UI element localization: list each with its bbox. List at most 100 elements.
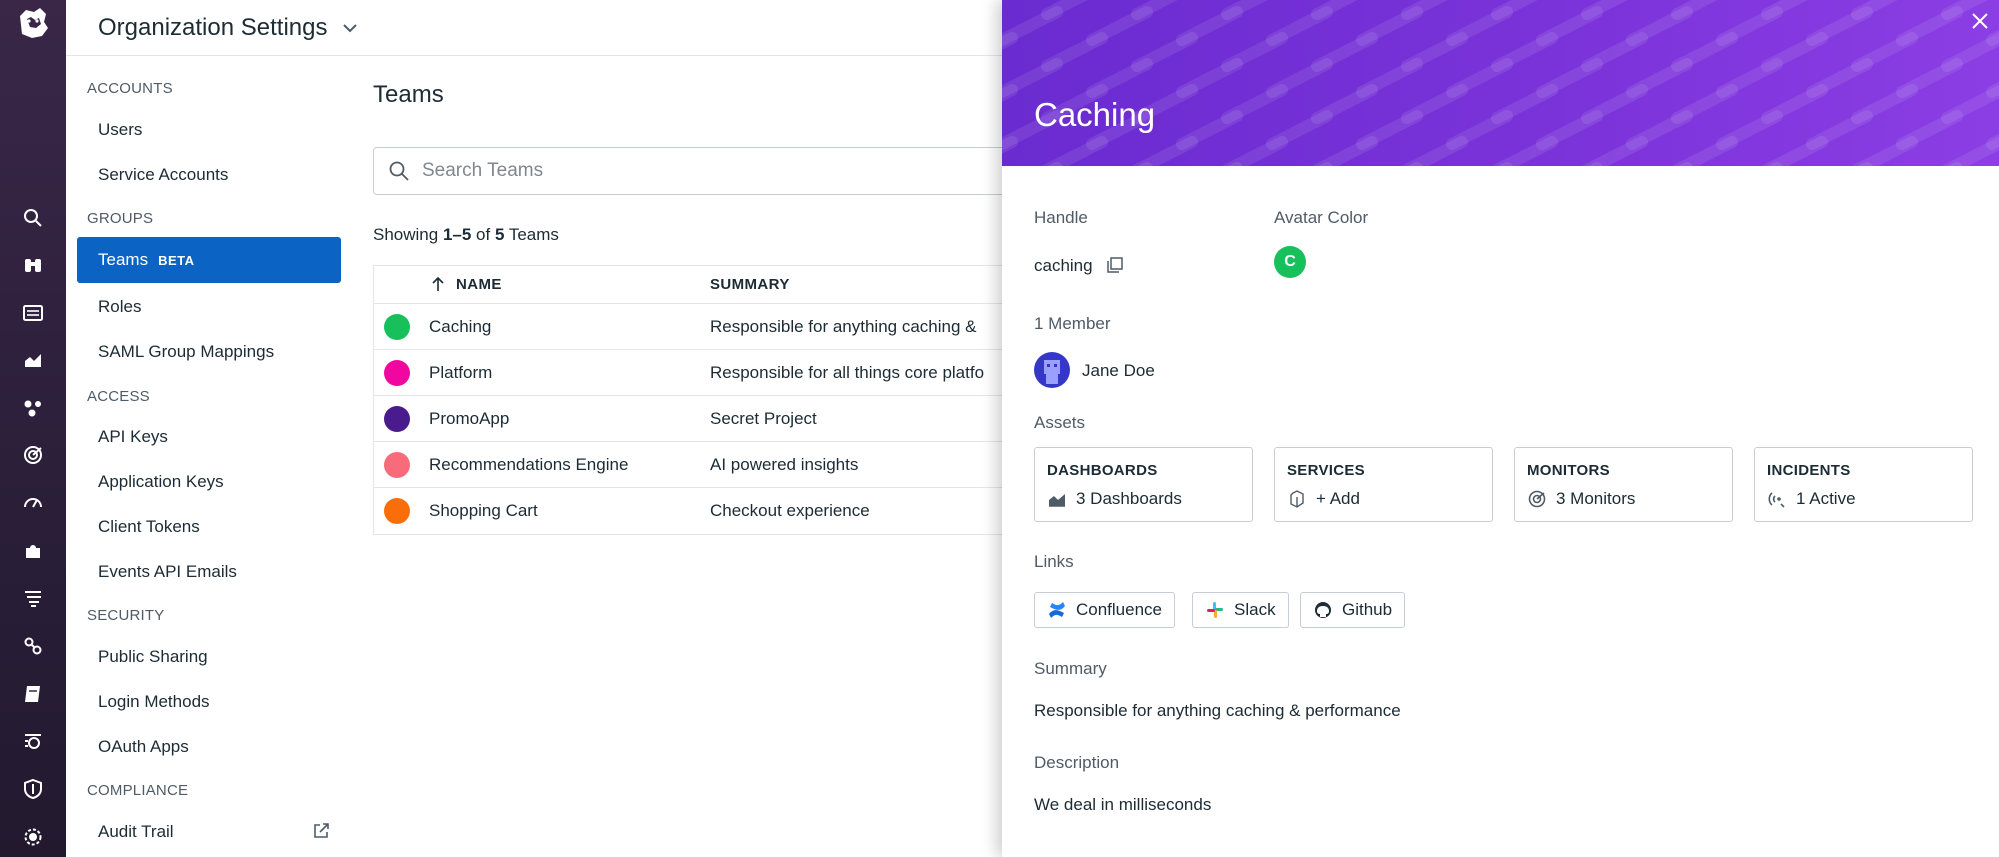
- link-github[interactable]: Github: [1300, 592, 1406, 628]
- team-summary: Checkout experience: [710, 501, 870, 520]
- nav-item-audit-trail[interactable]: Audit Trail: [77, 809, 341, 855]
- nav-item-events-api-emails[interactable]: Events API Emails: [77, 549, 341, 595]
- nav-item-login-methods[interactable]: Login Methods: [77, 679, 341, 725]
- asset-value-row: 3 Dashboards: [1047, 489, 1182, 509]
- showing-prefix: Showing: [373, 225, 443, 244]
- settings-icon[interactable]: [20, 824, 46, 850]
- team-name: PromoApp: [429, 409, 510, 428]
- teams-table: NAME SUMMARY Caching Responsible for any…: [373, 265, 1013, 535]
- handle-label: Handle: [1034, 208, 1088, 227]
- asset-value-row: 1 Active: [1767, 489, 1856, 509]
- asset-card-monitors[interactable]: MONITORS 3 Monitors: [1514, 447, 1733, 522]
- speed-icon[interactable]: [20, 490, 46, 516]
- showing-range: 1–5: [442, 225, 472, 244]
- banner-pattern: [1002, 0, 1999, 166]
- summary-label: Summary: [1034, 659, 1107, 678]
- link-label: Github: [1342, 600, 1393, 619]
- close-icon[interactable]: [1967, 8, 1993, 34]
- watchdog-icon[interactable]: [20, 728, 46, 754]
- team-summary: Secret Project: [710, 409, 817, 428]
- nav-section-security: SECURITY: [87, 607, 165, 624]
- binoculars-icon[interactable]: [20, 252, 46, 278]
- asset-card-services[interactable]: SERVICES + Add: [1274, 447, 1493, 522]
- nav-item-roles[interactable]: Roles: [77, 284, 341, 330]
- github-icon: [1315, 602, 1331, 618]
- sort-ascending-icon[interactable]: [428, 274, 448, 294]
- avatar[interactable]: [1034, 352, 1070, 388]
- members-label: 1 Member: [1034, 314, 1111, 333]
- app-rail: [0, 0, 66, 857]
- nav-item-api-keys[interactable]: API Keys: [77, 414, 341, 460]
- table-row[interactable]: Caching Responsible for anything caching…: [374, 304, 1013, 350]
- dashboard-icon[interactable]: [20, 300, 46, 326]
- copy-icon[interactable]: [1105, 255, 1125, 275]
- nav-item-users[interactable]: Users: [77, 107, 341, 153]
- monitors-icon[interactable]: [20, 442, 46, 468]
- team-summary: AI powered insights: [710, 455, 859, 474]
- table-row[interactable]: Recommendations Engine AI powered insigh…: [374, 442, 1013, 488]
- nav-section-compliance: COMPLIANCE: [87, 782, 189, 799]
- link-confluence[interactable]: Confluence: [1034, 592, 1176, 628]
- search-input[interactable]: [422, 160, 1002, 182]
- table-row[interactable]: Platform Responsible for all things core…: [374, 350, 1013, 396]
- asset-value: 3 Monitors: [1556, 489, 1636, 508]
- team-name: Platform: [429, 363, 493, 382]
- showing-total: 5: [494, 225, 505, 244]
- chart-icon[interactable]: [20, 347, 46, 373]
- page-title[interactable]: Organization Settings: [98, 14, 327, 42]
- table-row[interactable]: PromoApp Secret Project: [374, 396, 1013, 442]
- team-color-dot: [384, 314, 410, 340]
- nav-item-teams[interactable]: Teams BETA: [77, 237, 341, 283]
- services-icon[interactable]: [20, 395, 46, 421]
- nav-item-service-accounts[interactable]: Service Accounts: [77, 152, 341, 198]
- link-slack[interactable]: Slack: [1192, 592, 1289, 628]
- team-color-dot: [384, 452, 410, 478]
- security-icon[interactable]: [20, 776, 46, 802]
- description-label: Description: [1034, 753, 1120, 772]
- search-icon[interactable]: [20, 205, 46, 231]
- team-name: Recommendations Engine: [429, 455, 629, 474]
- search-icon: [389, 161, 409, 181]
- nav-item-oauth-apps[interactable]: OAuth Apps: [77, 724, 341, 770]
- asset-title: MONITORS: [1527, 462, 1610, 479]
- results-count: Showing 1–5 of 5 Teams: [373, 225, 559, 245]
- team-color-dot: [384, 360, 410, 386]
- logs-icon[interactable]: [20, 585, 46, 611]
- links-label: Links: [1034, 552, 1074, 571]
- table-row[interactable]: Shopping Cart Checkout experience: [374, 488, 1013, 534]
- link-label: Slack: [1234, 600, 1276, 619]
- beta-badge: BETA: [158, 253, 195, 268]
- member-name[interactable]: Jane Doe: [1082, 361, 1155, 381]
- dashboard-area-icon: [1049, 494, 1065, 507]
- teams-heading: Teams: [373, 81, 444, 108]
- team-color-dot: [384, 498, 410, 524]
- external-link-icon[interactable]: [311, 821, 331, 841]
- column-summary[interactable]: SUMMARY: [710, 276, 790, 293]
- nav-item-label: Teams: [98, 250, 149, 269]
- nav-section-access: ACCESS: [87, 388, 150, 405]
- avatar-color-swatch[interactable]: C: [1274, 246, 1306, 278]
- asset-card-incidents[interactable]: INCIDENTS 1 Active: [1754, 447, 1973, 522]
- notebook-icon[interactable]: [20, 681, 46, 707]
- teams-main: Teams Showing 1–5 of 5 Teams NAME SUMMAR…: [356, 57, 1013, 857]
- asset-title: INCIDENTS: [1767, 462, 1851, 479]
- chevron-down-icon[interactable]: [341, 19, 359, 37]
- slack-icon: [1207, 602, 1223, 618]
- nav-item-saml-group-mappings[interactable]: SAML Group Mappings: [77, 329, 341, 375]
- asset-title: SERVICES: [1287, 462, 1365, 479]
- datadog-logo-icon[interactable]: [14, 4, 52, 42]
- search-box[interactable]: [373, 147, 1013, 195]
- integrations-icon[interactable]: [20, 538, 46, 564]
- column-name[interactable]: NAME: [456, 276, 502, 293]
- nav-item-client-tokens[interactable]: Client Tokens: [77, 504, 341, 550]
- team-summary: Responsible for all things core platfo: [710, 363, 985, 382]
- nav-item-application-keys[interactable]: Application Keys: [77, 459, 341, 505]
- asset-card-dashboards[interactable]: DASHBOARDS 3 Dashboards: [1034, 447, 1253, 522]
- monitor-icon: [1528, 490, 1546, 508]
- team-detail-drawer: Caching Handle Avatar Color caching C 1 …: [1002, 0, 1999, 857]
- team-name: Shopping Cart: [429, 501, 538, 520]
- asset-value: 1 Active: [1796, 489, 1856, 508]
- nav-item-public-sharing[interactable]: Public Sharing: [77, 634, 341, 680]
- link-icon[interactable]: [20, 633, 46, 659]
- asset-title: DASHBOARDS: [1047, 462, 1158, 479]
